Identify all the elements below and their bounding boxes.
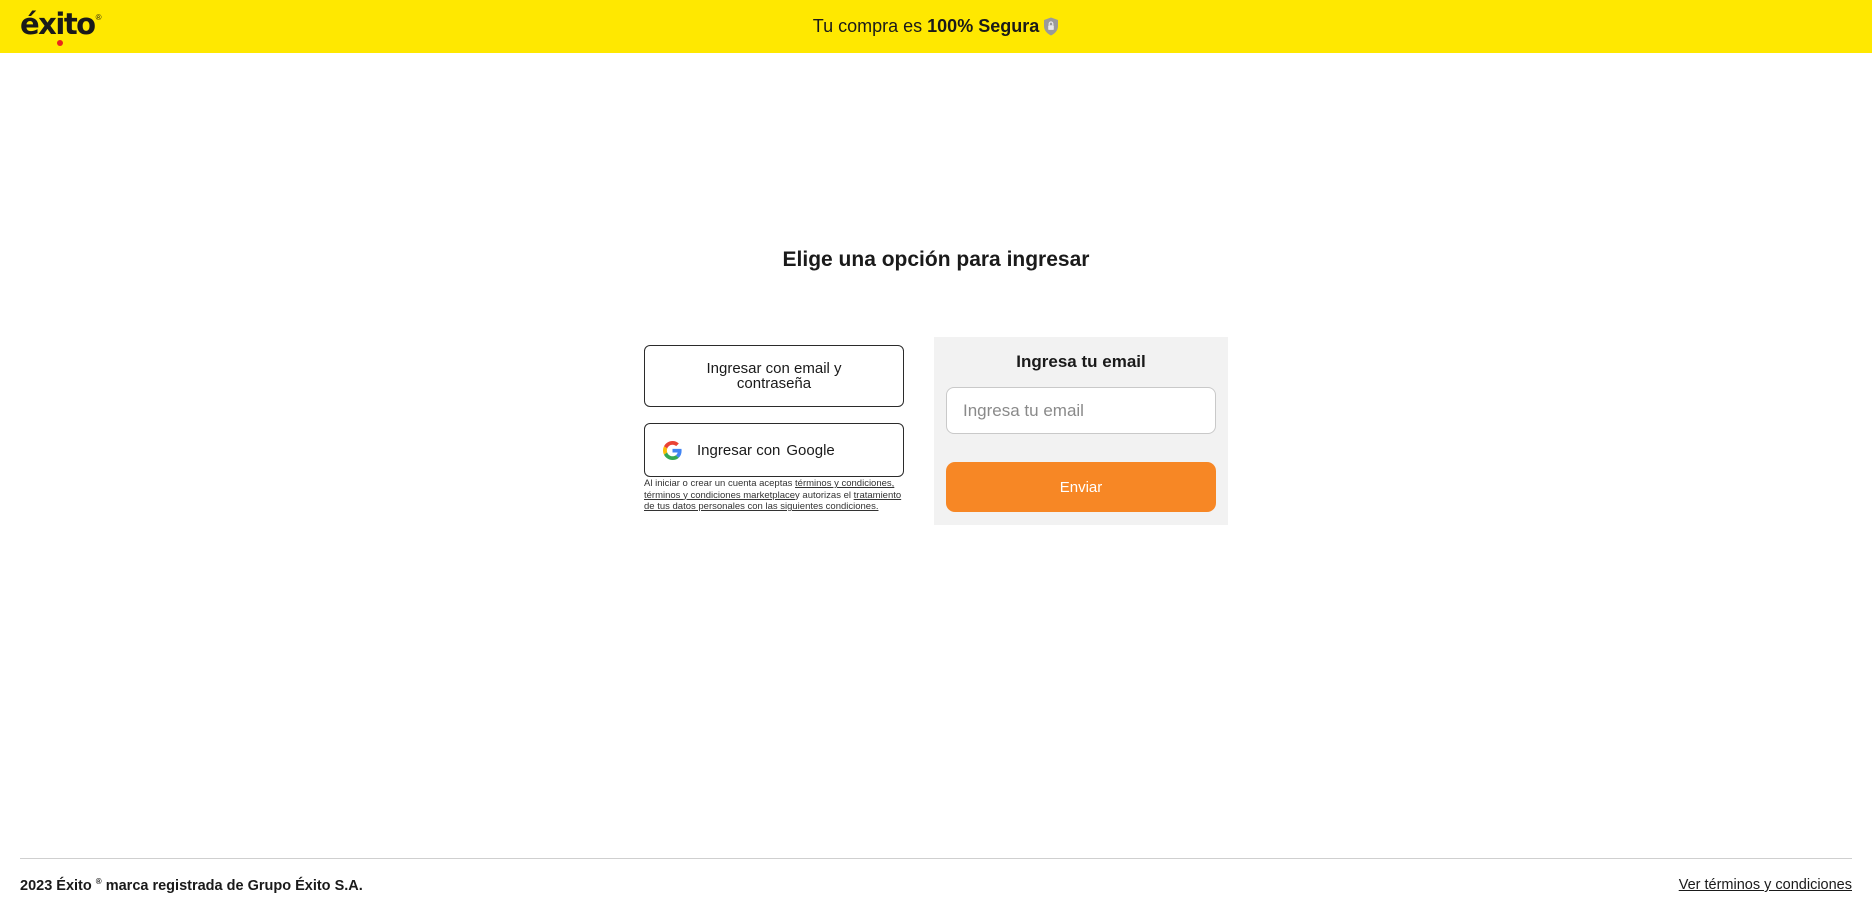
google-icon — [663, 440, 682, 460]
email-login-panel: Ingresa tu email Enviar — [934, 337, 1228, 525]
footer-terms-link[interactable]: Ver términos y condiciones — [1679, 877, 1852, 893]
login-options: Ingresar con email y contraseña Ingresar… — [644, 345, 904, 513]
copyright-prefix: 2023 Éxito — [20, 877, 92, 894]
copyright-suffix: marca registrada de Grupo Éxito S.A. — [105, 877, 363, 894]
logo-dot — [57, 40, 63, 46]
legal-text-2: y autorizas el — [795, 489, 851, 501]
marketplace-terms-link[interactable]: términos y condiciones marketplace — [644, 490, 795, 501]
send-button[interactable]: Enviar — [946, 462, 1216, 512]
google-button-prefix: Ingresar con — [697, 441, 781, 459]
email-input[interactable] — [946, 387, 1216, 434]
secure-strong: 100% Segura — [927, 16, 1040, 36]
footer-copyright: 2023 Éxito ® marca registrada de Grupo É… — [20, 877, 363, 894]
logo-registered-mark: ® — [95, 13, 102, 22]
terms-link[interactable]: términos y condiciones, — [795, 478, 894, 489]
email-panel-title: Ingresa tu email — [1016, 352, 1146, 371]
legal-text-1: Al iniciar o crear un cuenta aceptas — [644, 478, 793, 489]
exito-logo[interactable]: éxito ® — [20, 7, 102, 46]
shield-lock-icon — [1044, 17, 1059, 36]
footer-divider — [20, 858, 1852, 859]
email-password-login-button[interactable]: Ingresar con email y contraseña — [644, 345, 904, 407]
legal-notice: Al iniciar o crear un cuenta aceptas tér… — [644, 478, 904, 513]
logo-text: éxito — [20, 7, 96, 41]
google-button-word: Google — [786, 441, 835, 459]
top-banner: éxito ® Tu compra es 100% Segura — [0, 0, 1872, 53]
copyright-registered-mark: ® — [95, 877, 102, 886]
secure-prefix: Tu compra es — [812, 16, 923, 36]
google-login-button[interactable]: Ingresar con Google — [644, 423, 904, 477]
page-title: Elige una opción para ingresar — [782, 248, 1090, 271]
secure-purchase-banner: Tu compra es 100% Segura — [813, 16, 1059, 37]
